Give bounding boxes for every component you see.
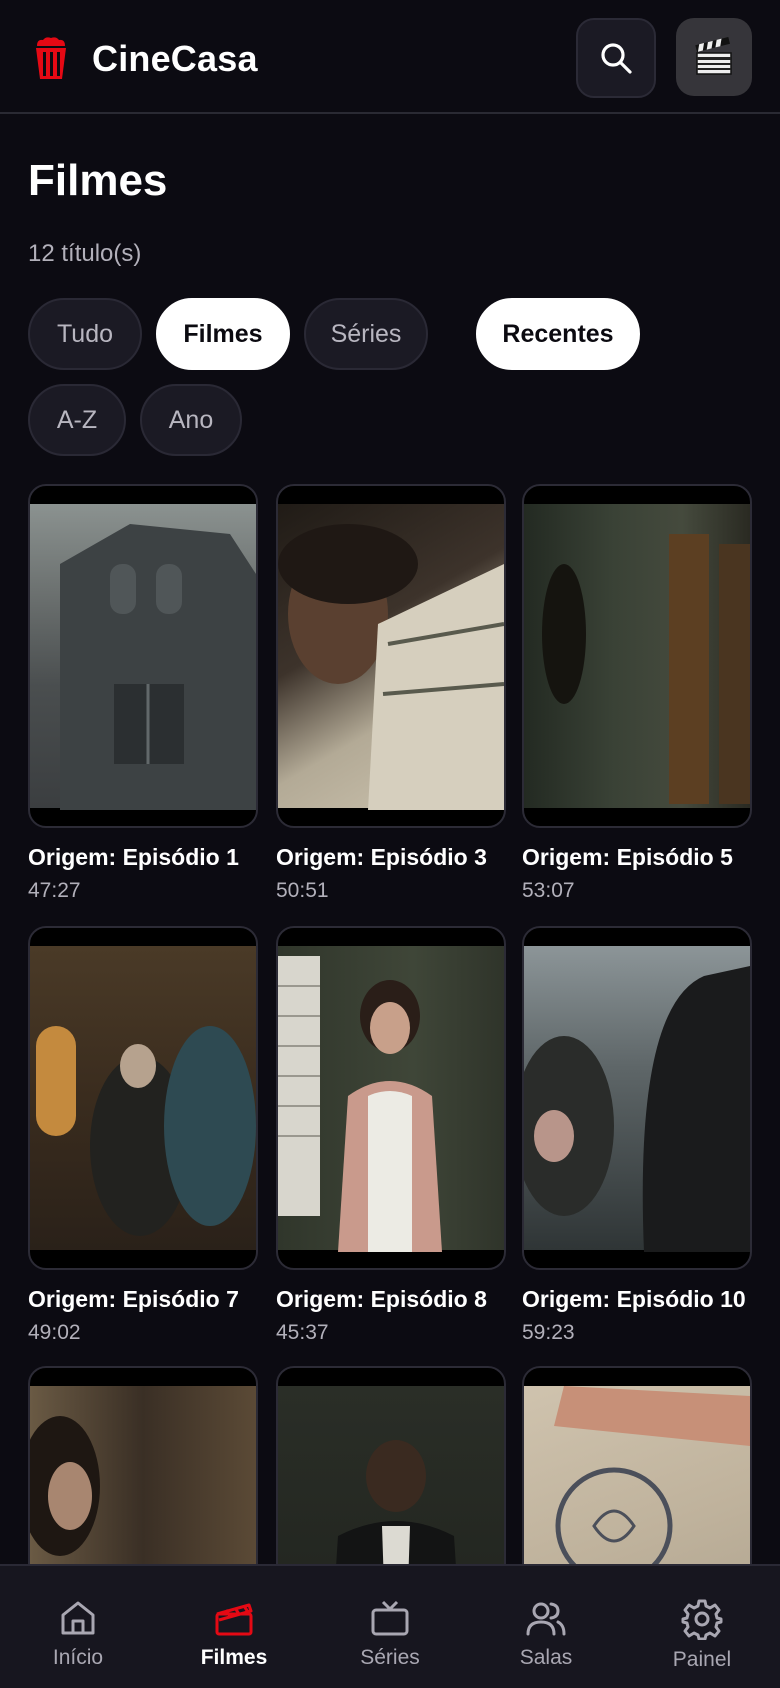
movie-thumbnail[interactable] [28, 484, 258, 828]
filter-chip-tudo[interactable]: Tudo [28, 298, 142, 370]
movie-duration: 50:51 [276, 879, 329, 902]
movie-duration: 47:27 [28, 879, 81, 902]
nav-tab-salas[interactable]: Salas [468, 1566, 624, 1688]
movie-thumbnail[interactable] [522, 926, 752, 1270]
clapperboard-icon [215, 1603, 253, 1636]
nav-label: Séries [360, 1646, 420, 1669]
movie-thumbnail[interactable] [28, 926, 258, 1270]
app-header: CineCasa [0, 0, 780, 114]
nav-tab-inicio[interactable]: Início [0, 1566, 156, 1688]
movie-title: Origem: Episódio 8 [276, 1286, 487, 1312]
filter-chip-series[interactable]: Séries [304, 298, 428, 370]
movie-thumbnail[interactable] [522, 484, 752, 828]
page-title: Filmes [28, 156, 168, 205]
movie-thumbnail[interactable] [276, 484, 506, 828]
movie-title: Origem: Episódio 5 [522, 844, 733, 870]
nav-tab-painel[interactable]: Painel [624, 1566, 780, 1688]
movie-duration: 59:23 [522, 1321, 575, 1344]
sort-chip-az[interactable]: A-Z [28, 384, 126, 456]
movie-title: Origem: Episódio 3 [276, 844, 487, 870]
movie-duration: 49:02 [28, 1321, 81, 1344]
nav-tab-filmes[interactable]: Filmes [156, 1566, 312, 1688]
movie-card[interactable]: Origem: Episódio 10 59:23 [522, 926, 752, 1345]
title-count: 12 título(s) [28, 240, 142, 267]
movie-card[interactable]: Origem: Episódio 5 53:07 [522, 484, 752, 903]
app-brand[interactable]: CineCasa [92, 38, 258, 80]
movie-duration: 45:37 [276, 1321, 329, 1344]
nav-label: Salas [519, 1646, 573, 1669]
nav-label: Início [52, 1646, 104, 1669]
home-icon [61, 1601, 95, 1635]
movie-duration: 53:07 [522, 879, 575, 902]
clapperboard-icon [695, 37, 732, 75]
popcorn-icon [36, 37, 66, 79]
movie-card[interactable]: Origem: Episódio 8 45:37 [276, 926, 506, 1345]
movie-card[interactable]: Origem: Episódio 3 50:51 [276, 484, 506, 903]
tv-icon [371, 1600, 409, 1636]
search-button[interactable] [576, 18, 656, 98]
filter-chip-filmes[interactable]: Filmes [156, 298, 290, 370]
sort-chip-ano[interactable]: Ano [140, 384, 242, 456]
movie-card[interactable]: Origem: Episódio 7 49:02 [28, 926, 258, 1345]
bottom-nav: Início Filmes Séries Salas Painel [0, 1564, 780, 1688]
sort-chip-recentes[interactable]: Recentes [476, 298, 640, 370]
gear-icon [681, 1599, 723, 1640]
search-icon [601, 43, 632, 74]
movie-title: Origem: Episódio 7 [28, 1286, 239, 1312]
nav-label: Painel [672, 1648, 732, 1671]
movie-thumbnail[interactable] [276, 926, 506, 1270]
nav-tab-series[interactable]: Séries [312, 1566, 468, 1688]
movie-title: Origem: Episódio 1 [28, 844, 239, 870]
nav-label: Filmes [200, 1646, 268, 1669]
profile-button[interactable] [676, 18, 752, 96]
movie-card[interactable]: Origem: Episódio 1 47:27 [28, 484, 258, 903]
movie-title: Origem: Episódio 10 [522, 1286, 746, 1312]
users-icon [526, 1602, 566, 1636]
